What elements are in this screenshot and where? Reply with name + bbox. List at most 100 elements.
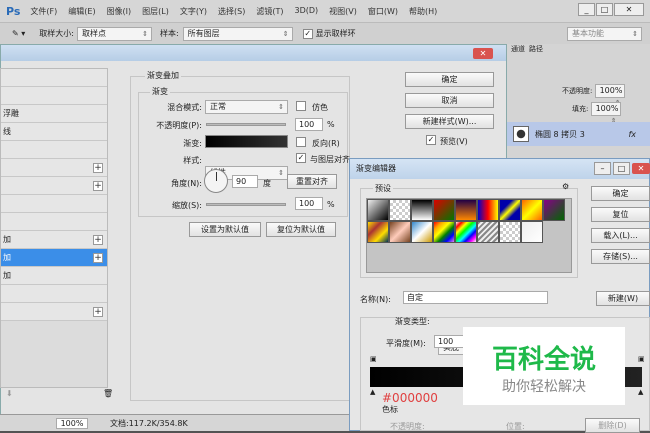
gradient-swatch[interactable] <box>477 221 499 243</box>
close-button[interactable]: ✕ <box>614 3 644 16</box>
style-list-item[interactable]: 浮雕 <box>1 105 107 123</box>
gradient-swatch[interactable] <box>389 199 411 221</box>
new-style-button[interactable]: 新建样式(W)... <box>405 114 494 129</box>
opacity-input[interactable]: 100 <box>295 118 323 131</box>
zoom-level[interactable]: 100% <box>56 417 88 429</box>
fx-icon: fx <box>628 129 636 139</box>
gradient-swatch[interactable] <box>521 199 543 221</box>
reset-default-button[interactable]: 复位为默认值 <box>266 222 336 237</box>
show-ring-checkbox[interactable]: ✓ <box>302 28 313 39</box>
style-list-item[interactable]: + <box>1 303 107 321</box>
gradient-swatch[interactable] <box>477 199 499 221</box>
opacity-slider[interactable] <box>206 123 286 126</box>
opacity-input[interactable]: 100% <box>594 84 625 109</box>
ok-button[interactable]: 确定 <box>405 72 494 87</box>
style-list-item[interactable] <box>1 195 107 213</box>
gradient-swatch[interactable] <box>433 199 455 221</box>
gradient-swatch[interactable] <box>455 199 477 221</box>
style-list-item[interactable] <box>1 87 107 105</box>
tab-channels[interactable]: 通道 <box>511 44 525 56</box>
sample-size-select[interactable]: 取样点 <box>76 26 152 41</box>
color-stop-right[interactable]: ▲ <box>638 388 643 396</box>
align-checkbox[interactable]: ✓ <box>296 153 306 163</box>
angle-input[interactable]: 90 <box>232 175 258 188</box>
menu-item[interactable]: 窗口(W) <box>368 6 398 17</box>
angle-dial[interactable] <box>204 169 228 193</box>
smooth-input[interactable]: 100 <box>434 335 464 348</box>
style-list-item[interactable]: 线 <box>1 123 107 141</box>
gradient-swatch[interactable] <box>433 221 455 243</box>
cancel-button[interactable]: 取消 <box>405 93 494 108</box>
dither-checkbox[interactable] <box>296 101 306 111</box>
style-list-item[interactable] <box>1 285 107 303</box>
menu-item[interactable]: 帮助(H) <box>409 6 437 17</box>
ge-reset-button[interactable]: 复位 <box>591 207 650 222</box>
layers-panel: 通道 路径 不透明度: 100% 填充: 100% 椭圆 8 拷贝 3 fx <box>507 44 650 164</box>
menu-item[interactable]: 编辑(E) <box>68 6 95 17</box>
gradient-swatch[interactable] <box>411 221 433 243</box>
ge-ok-button[interactable]: 确定 <box>591 186 650 201</box>
menu-item[interactable]: 选择(S) <box>218 6 245 17</box>
style-list-item[interactable]: + <box>1 177 107 195</box>
menu-item[interactable]: 视图(V) <box>329 6 357 17</box>
plus-icon[interactable]: + <box>93 163 103 173</box>
blend-mode-select[interactable]: 正常 <box>205 100 288 114</box>
plus-icon[interactable]: + <box>93 253 103 263</box>
set-default-button[interactable]: 设置为默认值 <box>189 222 261 237</box>
gradient-swatch[interactable] <box>389 221 411 243</box>
maximize-button[interactable]: □ <box>596 3 613 16</box>
name-input[interactable]: 自定 <box>403 291 548 304</box>
menu-item[interactable]: 图层(L) <box>142 6 169 17</box>
menu-item[interactable]: 滤镜(T) <box>256 6 283 17</box>
style-list-item[interactable]: 加 + <box>1 231 107 249</box>
ge-maximize-button[interactable]: □ <box>613 162 630 175</box>
gradient-picker[interactable] <box>205 135 288 148</box>
ge-save-button[interactable]: 存储(S)... <box>591 249 650 264</box>
style-list-item[interactable] <box>1 141 107 159</box>
scale-slider[interactable] <box>206 203 286 206</box>
ge-close-button[interactable]: ✕ <box>632 163 650 174</box>
style-list-item[interactable] <box>1 213 107 231</box>
opacity-stop-right[interactable]: ▣ <box>638 355 645 363</box>
style-list-item[interactable]: 加 + <box>1 249 107 267</box>
trash-icon[interactable]: 🗑 <box>103 389 113 398</box>
preview-checkbox[interactable]: ✓ <box>426 135 436 145</box>
ge-load-button[interactable]: 载入(L)... <box>591 228 650 243</box>
menu-item[interactable]: 3D(D) <box>294 6 318 17</box>
move-down-icon[interactable]: ⬇ <box>6 389 13 398</box>
plus-icon[interactable]: + <box>93 181 103 191</box>
plus-icon[interactable]: + <box>93 307 103 317</box>
menu-item[interactable]: 图像(I) <box>107 6 132 17</box>
menu-item[interactable]: 文字(Y) <box>180 6 207 17</box>
tab-paths[interactable]: 路径 <box>529 44 543 56</box>
dialog-titlebar <box>1 45 506 61</box>
gradient-swatch[interactable] <box>521 221 543 243</box>
gear-icon[interactable]: ⚙ <box>562 182 569 191</box>
gradient-swatch[interactable] <box>499 199 521 221</box>
gradient-swatch[interactable] <box>455 221 477 243</box>
workspace-select[interactable]: 基本功能 <box>567 26 642 41</box>
dialog-close-button[interactable]: ✕ <box>473 48 493 59</box>
ge-minimize-button[interactable]: – <box>594 162 611 175</box>
style-list-item[interactable] <box>1 69 107 87</box>
gradient-swatch[interactable] <box>543 199 565 221</box>
plus-icon[interactable]: + <box>93 235 103 245</box>
layer-row[interactable]: 椭圆 8 拷贝 3 fx <box>507 122 650 146</box>
ge-new-button[interactable]: 新建(W) <box>596 291 650 306</box>
reverse-checkbox[interactable] <box>296 137 306 147</box>
eyedropper-icon[interactable]: ✎ ▾ <box>12 29 25 38</box>
gradient-swatch[interactable] <box>367 221 389 243</box>
style-list-item[interactable]: + <box>1 159 107 177</box>
gradient-swatch[interactable] <box>411 199 433 221</box>
style-list-item[interactable]: 加 <box>1 267 107 285</box>
gradient-swatch[interactable] <box>499 221 521 243</box>
reset-align-button[interactable]: 重置对齐 <box>287 174 337 189</box>
scale-input[interactable]: 100 <box>295 197 323 210</box>
sample-select[interactable]: 所有图层 <box>182 26 293 41</box>
color-stop-left[interactable]: ▲ <box>370 388 375 396</box>
fill-input[interactable]: 100% <box>590 102 621 127</box>
menu-item[interactable]: 文件(F) <box>30 6 57 17</box>
minimize-button[interactable]: _ <box>578 3 595 16</box>
opacity-stop-left[interactable]: ▣ <box>370 355 377 363</box>
gradient-swatch[interactable] <box>367 199 389 221</box>
